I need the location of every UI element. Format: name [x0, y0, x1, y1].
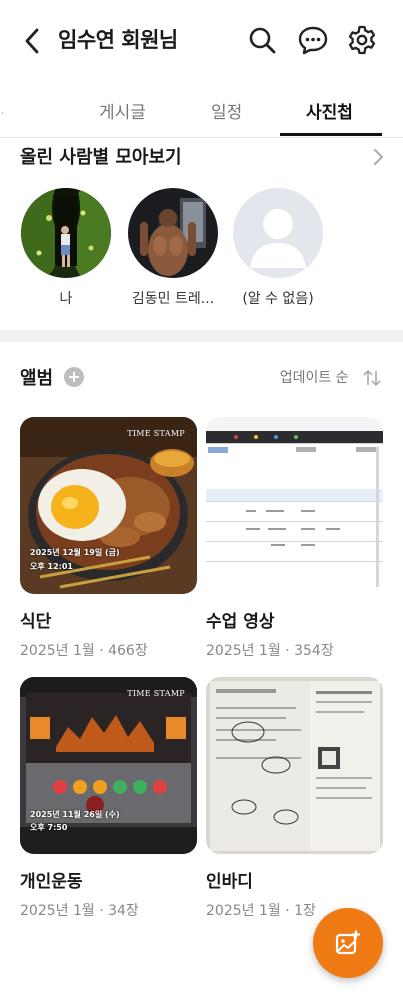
app-header: 임수연 회원님	[0, 0, 403, 80]
sort-button[interactable]: 업데이트 순	[280, 367, 383, 388]
album-item-inbody[interactable]: 인바디 2025년 1월 · 1장	[206, 677, 383, 920]
timestamp-time: 오후 12:01	[30, 562, 73, 571]
album-name: 개인운동	[20, 872, 83, 892]
tab-schedule[interactable]: 일정	[211, 98, 242, 123]
album-item-lesson-video[interactable]: 수업 영상 2025년 1월 · 354장	[206, 417, 383, 660]
album-section-header: 앨범 업데이트 순	[20, 364, 383, 392]
person-name: 김동민 트레...	[131, 291, 215, 307]
timestamp-date: 2025년 11월 26일 (수)	[30, 810, 120, 819]
section-divider	[0, 330, 403, 342]
person-me[interactable]: 나	[20, 188, 112, 308]
album-meta: 2025년 1월 · 354장	[206, 643, 334, 659]
tab-photos[interactable]: 사진첩	[306, 98, 353, 123]
chat-bubble-icon[interactable]	[297, 24, 329, 56]
add-photo-icon	[335, 930, 360, 955]
person-trainer[interactable]: 김동민 트레...	[125, 188, 221, 308]
timestamp-time: 오후 7:50	[30, 823, 68, 832]
album-thumbnail	[206, 417, 383, 594]
tab-home[interactable]: 홈	[2, 98, 28, 123]
album-thumbnail	[206, 677, 383, 854]
album-thumbnail: TIME STAMP 2025년 12월 19일 (금) 오후 12:01	[20, 417, 197, 594]
page-title: 임수연 회원님	[58, 28, 178, 52]
tab-posts[interactable]: 게시글	[99, 98, 146, 123]
avatar	[128, 188, 218, 278]
person-name: (알 수 없음)	[242, 291, 314, 307]
timestamp-brand: TIME STAMP	[127, 429, 185, 438]
chevron-left-icon[interactable]	[18, 24, 48, 58]
plus-circle-icon[interactable]	[64, 367, 85, 387]
default-avatar-icon	[233, 188, 323, 278]
sort-arrows-icon	[363, 369, 381, 387]
timestamp-date: 2025년 12월 19일 (금)	[30, 548, 120, 557]
sort-label: 업데이트 순	[279, 370, 349, 386]
album-section-title: 앨범	[20, 368, 54, 389]
people-section-header[interactable]: 올린 사람별 모아보기	[20, 143, 385, 173]
people-section-title: 올린 사람별 모아보기	[20, 147, 182, 168]
timestamp-brand: TIME STAMP	[127, 689, 185, 698]
active-tab-indicator	[280, 133, 382, 136]
person-unknown[interactable]: (알 수 없음)	[230, 188, 326, 308]
search-icon[interactable]	[246, 24, 278, 56]
chevron-right-icon	[374, 149, 383, 165]
album-item-personal-workout[interactable]: TIME STAMP 2025년 11월 26일 (수) 오후 7:50 개인운…	[20, 677, 197, 920]
person-name: 나	[59, 291, 73, 307]
album-name: 식단	[20, 612, 52, 632]
avatar	[21, 188, 111, 278]
album-name: 인바디	[206, 872, 253, 892]
tab-bar: 홈 게시글 일정 사진첩	[0, 86, 403, 138]
album-meta: 2025년 1월 · 34장	[20, 903, 139, 919]
album-thumbnail: TIME STAMP 2025년 11월 26일 (수) 오후 7:50	[20, 677, 197, 854]
album-meta: 2025년 1월 · 466장	[20, 643, 148, 659]
album-name: 수업 영상	[206, 612, 275, 632]
album-item-diet[interactable]: TIME STAMP 2025년 12월 19일 (금) 오후 12:01 식단…	[20, 417, 197, 660]
gear-icon[interactable]	[346, 24, 378, 56]
add-photo-button[interactable]	[313, 908, 383, 978]
